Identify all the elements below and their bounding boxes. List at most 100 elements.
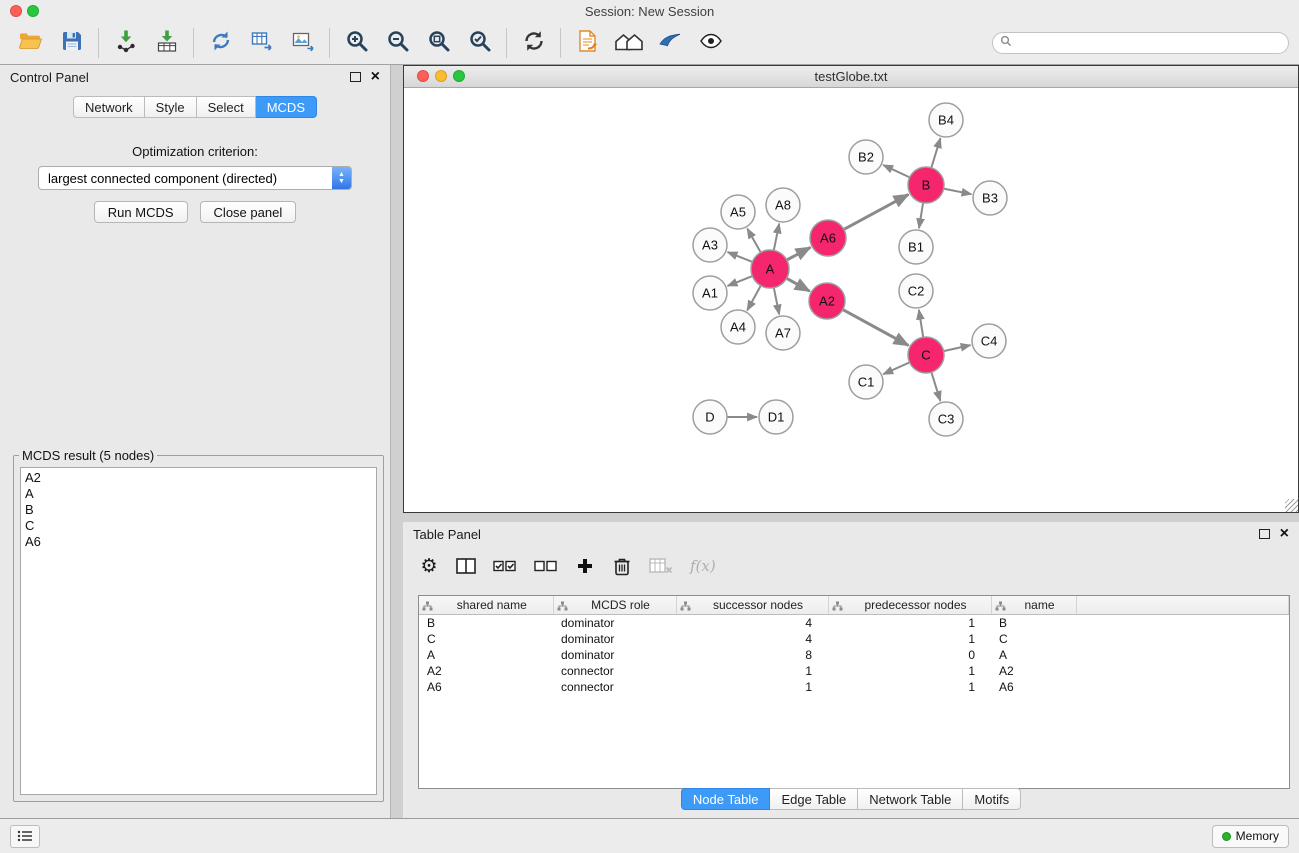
graph-node-A8[interactable]: A8	[766, 188, 800, 222]
zoom-in-button[interactable]	[336, 25, 377, 61]
graph-node-A6[interactable]: A6	[810, 220, 846, 256]
graph-edge-A-A3[interactable]	[728, 252, 753, 262]
graph-edge-B-B1[interactable]	[919, 203, 923, 228]
network-canvas[interactable]: B4 B2 B B3 A5 A8 A6 B1 A3 A C2 A1 A2 A4 A7 C4 C C1 C3 D D1	[404, 88, 1298, 513]
column-header-name[interactable]: name	[991, 596, 1076, 615]
graph-edge-A-A1[interactable]	[728, 276, 753, 286]
minimize-network-window-icon[interactable]	[435, 70, 447, 82]
home-views-button[interactable]	[608, 25, 649, 61]
result-item[interactable]: C	[25, 518, 372, 534]
graph-node-B[interactable]: B	[908, 167, 944, 203]
graph-node-A5[interactable]: A5	[721, 195, 755, 229]
graph-node-B3[interactable]: B3	[973, 181, 1007, 215]
column-header-successor-nodes[interactable]: successor nodes	[676, 596, 828, 615]
graph-edge-B-B4[interactable]	[931, 138, 940, 168]
graph-edge-C-C3[interactable]	[931, 372, 940, 401]
graph-node-C3[interactable]: C3	[929, 402, 963, 436]
result-item[interactable]: A6	[25, 534, 372, 550]
table-settings-gear-icon[interactable]: ⚙	[419, 554, 439, 578]
show-hide-button[interactable]	[690, 25, 731, 61]
graph-node-B2[interactable]: B2	[849, 140, 883, 174]
memory-button[interactable]: Memory	[1212, 825, 1289, 848]
zoom-network-window-icon[interactable]	[453, 70, 465, 82]
network-window-titlebar[interactable]: testGlobe.txt	[404, 66, 1298, 88]
graph-node-A[interactable]: A	[751, 250, 789, 288]
graph-node-C1[interactable]: C1	[849, 365, 883, 399]
graph-node-C2[interactable]: C2	[899, 274, 933, 308]
float-panel-icon[interactable]	[350, 72, 361, 82]
run-mcds-button[interactable]: Run MCDS	[94, 201, 188, 223]
graph-node-A1[interactable]: A1	[693, 276, 727, 310]
close-table-panel-icon[interactable]: ×	[1280, 526, 1289, 542]
report-button[interactable]	[567, 25, 608, 61]
zoom-window-icon[interactable]	[27, 5, 39, 17]
add-column-icon[interactable]	[575, 554, 595, 578]
import-table-button[interactable]	[146, 25, 187, 61]
tab-edge-table[interactable]: Edge Table	[770, 788, 858, 810]
graph-node-D[interactable]: D	[693, 400, 727, 434]
zoom-fit-button[interactable]	[418, 25, 459, 61]
graph-edge-A-A7[interactable]	[774, 288, 779, 315]
graph-edge-C-C4[interactable]	[944, 345, 971, 351]
save-session-button[interactable]	[51, 25, 92, 61]
tab-select[interactable]: Select	[197, 96, 256, 118]
close-network-window-icon[interactable]	[417, 70, 429, 82]
zoom-out-button[interactable]	[377, 25, 418, 61]
graph-node-A3[interactable]: A3	[693, 228, 727, 262]
close-panel-icon[interactable]: ×	[371, 69, 380, 85]
graph-edge-A-A6[interactable]	[787, 247, 811, 260]
tab-mcds[interactable]: MCDS	[256, 96, 317, 118]
table-row[interactable]: A6connector11A6	[419, 679, 1289, 695]
table-row[interactable]: A2connector11A2	[419, 663, 1289, 679]
table-row[interactable]: Adominator80A	[419, 647, 1289, 663]
export-image-button[interactable]	[282, 25, 323, 61]
graph-edge-A-A2[interactable]	[787, 278, 810, 291]
tab-node-table[interactable]: Node Table	[681, 788, 771, 810]
graph-edge-A-A4[interactable]	[747, 286, 761, 311]
criterion-dropdown[interactable]: largest connected component (directed) ▲…	[38, 166, 352, 190]
tab-network[interactable]: Network	[73, 96, 145, 118]
graph-node-A7[interactable]: A7	[766, 316, 800, 350]
result-item[interactable]: A	[25, 486, 372, 502]
graph-edge-B-B3[interactable]	[944, 189, 972, 195]
graph-edge-C-C2[interactable]	[919, 310, 923, 337]
graph-node-D1[interactable]: D1	[759, 400, 793, 434]
table-row[interactable]: Cdominator41C	[419, 631, 1289, 647]
graph-node-B1[interactable]: B1	[899, 230, 933, 264]
column-header-predecessor-nodes[interactable]: predecessor nodes	[828, 596, 991, 615]
graph-node-C4[interactable]: C4	[972, 324, 1006, 358]
clone-network-button[interactable]	[200, 25, 241, 61]
mcds-result-list[interactable]: A2ABCA6	[20, 467, 377, 795]
tab-network-table[interactable]: Network Table	[858, 788, 963, 810]
column-header-mcds-role[interactable]: MCDS role	[553, 596, 676, 615]
tab-style[interactable]: Style	[145, 96, 197, 118]
deselect-all-icon[interactable]	[534, 554, 558, 578]
table-row[interactable]: Bdominator41B	[419, 615, 1289, 632]
graph-edge-A-A5[interactable]	[747, 229, 760, 253]
search-input[interactable]	[1017, 35, 1281, 51]
zoom-selected-button[interactable]	[459, 25, 500, 61]
graph-node-A4[interactable]: A4	[721, 310, 755, 344]
float-table-panel-icon[interactable]	[1259, 529, 1270, 539]
graph-edge-A-A8[interactable]	[774, 224, 779, 251]
graph-node-B4[interactable]: B4	[929, 103, 963, 137]
show-columns-icon[interactable]	[456, 554, 476, 578]
graph-node-A2[interactable]: A2	[809, 283, 845, 319]
select-all-icon[interactable]	[493, 554, 517, 578]
close-window-icon[interactable]	[10, 5, 22, 17]
graph-edge-A2-C[interactable]	[843, 310, 909, 346]
graph-edge-C-C1[interactable]	[883, 362, 909, 374]
window-resize-handle[interactable]	[1285, 499, 1298, 512]
column-header-shared-name[interactable]: shared name	[419, 596, 553, 615]
export-table-button[interactable]	[241, 25, 282, 61]
delete-column-trash-icon[interactable]	[612, 554, 632, 578]
result-item[interactable]: B	[25, 502, 372, 518]
graph-edge-A6-B[interactable]	[844, 195, 909, 230]
graph-edge-B-B2[interactable]	[883, 165, 910, 177]
graph-node-C[interactable]: C	[908, 337, 944, 373]
open-session-button[interactable]	[10, 25, 51, 61]
refresh-view-button[interactable]	[513, 25, 554, 61]
toolbar-search[interactable]	[992, 32, 1289, 54]
result-item[interactable]: A2	[25, 470, 372, 486]
import-network-button[interactable]	[105, 25, 146, 61]
